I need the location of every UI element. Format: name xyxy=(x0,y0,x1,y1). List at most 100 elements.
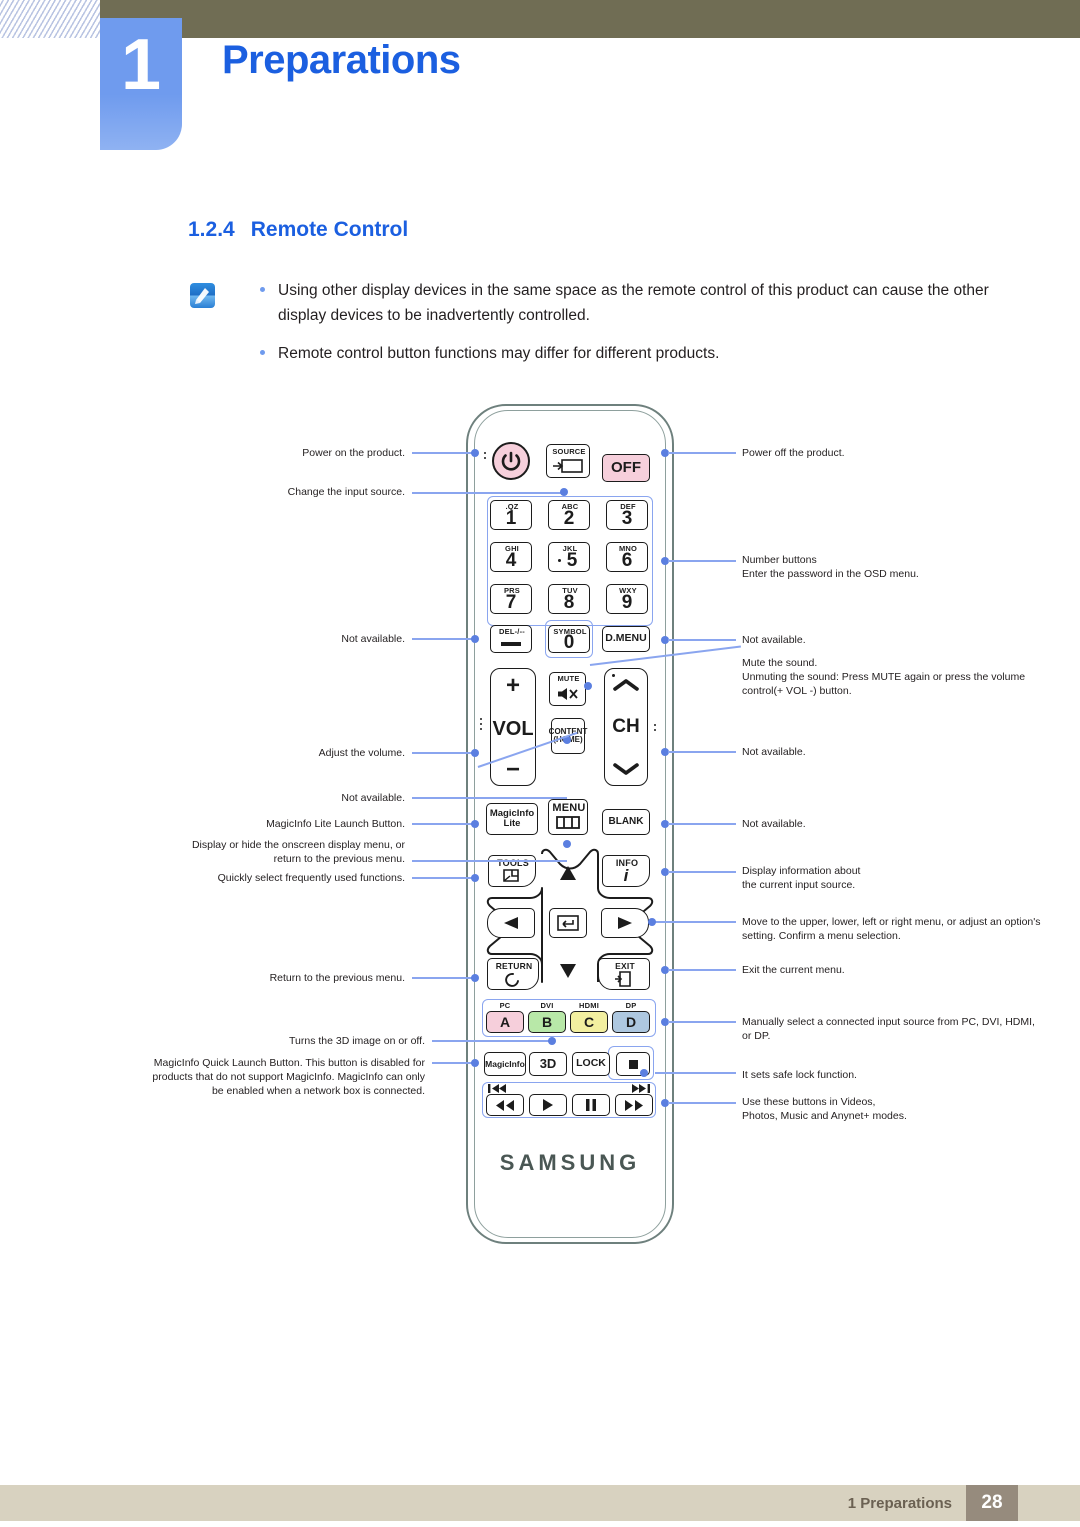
pause-button[interactable] xyxy=(572,1094,610,1116)
callout-dot xyxy=(471,749,479,757)
number-2-sublabel: ABC xyxy=(561,502,579,511)
exit-label: EXIT xyxy=(615,961,635,971)
return-button[interactable]: RETURN xyxy=(487,958,539,990)
callout-line xyxy=(412,452,474,455)
enter-button[interactable] xyxy=(549,908,587,938)
arrow-right-button[interactable] xyxy=(601,908,649,938)
color-c-button[interactable]: C xyxy=(570,1011,608,1033)
menu-button[interactable]: MENU xyxy=(548,799,588,835)
number-1-label: 1 xyxy=(505,508,517,530)
pause-icon xyxy=(586,1099,596,1111)
remote-control-diagram: SOURCE OFF .QZ 1 ABC 2 DEF 3 GHI 4 JKL 5… xyxy=(0,0,1080,1527)
callout-safe-lock: It sets safe lock function. xyxy=(742,1069,857,1081)
number-4-label: 4 xyxy=(505,550,517,572)
blank-button[interactable]: BLANK xyxy=(602,809,650,835)
lock-button[interactable]: LOCK xyxy=(572,1052,610,1076)
callout-dot xyxy=(640,1069,648,1077)
power-button[interactable] xyxy=(492,442,530,480)
arrow-right-icon xyxy=(618,917,632,929)
callout-line xyxy=(668,751,736,754)
callout-line xyxy=(412,797,567,800)
callout-number-buttons: Number buttons Enter the password in the… xyxy=(742,554,919,580)
number-9-button[interactable]: WXY 9 xyxy=(606,584,648,614)
callout-not-available-del: Not available. xyxy=(341,633,405,645)
number-7-label: 7 xyxy=(505,592,517,614)
del-button[interactable]: DEL-/-- xyxy=(490,625,532,653)
callout-line xyxy=(668,452,736,455)
callout-line xyxy=(412,638,474,641)
mute-button[interactable]: MUTE xyxy=(549,672,586,706)
color-a-sublabel: PC xyxy=(499,1001,511,1010)
callout-menu-display-hide: Display or hide the onscreen display men… xyxy=(191,839,405,865)
tactile-dot-icon xyxy=(558,559,561,562)
exit-door-icon xyxy=(615,971,631,987)
callout-line xyxy=(412,860,567,863)
volume-label: VOL xyxy=(492,717,534,740)
callout-line xyxy=(412,752,474,755)
channel-button[interactable]: CH xyxy=(604,668,648,786)
callout-dot xyxy=(471,974,479,982)
callout-navigation-move: Move to the upper, lower, left or right … xyxy=(742,916,1041,942)
dmenu-button[interactable]: D.MENU xyxy=(602,626,650,652)
callout-dot xyxy=(471,874,479,882)
stop-icon xyxy=(628,1059,638,1069)
callout-info-display: Display information about the current in… xyxy=(742,865,861,891)
number-7-sublabel: PRS xyxy=(503,586,521,595)
number-9-sublabel: WXY xyxy=(619,586,637,595)
number-1-button[interactable]: .QZ 1 xyxy=(490,500,532,530)
volume-up-icon[interactable]: + xyxy=(506,674,520,698)
exit-button[interactable]: EXIT xyxy=(598,958,650,990)
number-0-button[interactable]: SYMBOL 0 xyxy=(548,625,590,653)
arrow-down-button[interactable] xyxy=(556,955,580,987)
color-a-button[interactable]: A xyxy=(486,1011,524,1033)
mute-label: MUTE xyxy=(557,674,580,683)
arrow-up-button[interactable] xyxy=(556,858,580,888)
arrow-up-icon xyxy=(560,866,576,880)
volume-button[interactable]: + VOL − xyxy=(490,668,536,786)
arrow-left-button[interactable] xyxy=(487,908,535,938)
callout-change-input-source: Change the input source. xyxy=(287,486,405,498)
callout-dot xyxy=(648,918,656,926)
callout-dot xyxy=(560,488,568,496)
callout-magicinfo-lite-launch: MagicInfo Lite Launch Button. xyxy=(266,818,405,830)
play-button[interactable] xyxy=(529,1094,567,1116)
del-sublabel: DEL-/-- xyxy=(499,627,525,636)
callout-line xyxy=(655,921,736,924)
color-d-button[interactable]: D xyxy=(612,1011,650,1033)
menu-label: MENU xyxy=(552,802,586,814)
number-8-button[interactable]: TUV 8 xyxy=(548,584,590,614)
number-5-button[interactable]: JKL 5 xyxy=(548,542,590,572)
number-7-button[interactable]: PRS 7 xyxy=(490,584,532,614)
number-5-label: 5 xyxy=(566,550,578,572)
color-b-button[interactable]: B xyxy=(528,1011,566,1033)
callout-adjust-volume: Adjust the volume. xyxy=(318,747,405,759)
magicinfo-button[interactable]: MagicInfo xyxy=(484,1052,526,1076)
callout-dot xyxy=(563,840,571,848)
rewind-button[interactable] xyxy=(486,1094,524,1116)
color-b-sublabel: DVI xyxy=(540,1001,554,1010)
color-d-sublabel: DP xyxy=(625,1001,637,1010)
number-3-button[interactable]: DEF 3 xyxy=(606,500,648,530)
callout-dot xyxy=(471,1059,479,1067)
number-2-button[interactable]: ABC 2 xyxy=(548,500,590,530)
callout-line xyxy=(668,871,736,874)
callout-line xyxy=(655,1072,736,1075)
source-button[interactable]: SOURCE xyxy=(546,444,590,478)
three-d-button[interactable]: 3D xyxy=(529,1052,567,1076)
callout-power-on: Power on the product. xyxy=(302,447,405,459)
volume-down-icon[interactable]: − xyxy=(506,758,520,782)
callout-line xyxy=(668,639,736,642)
number-6-button[interactable]: MNO 6 xyxy=(606,542,648,572)
return-arrow-icon xyxy=(505,973,519,987)
channel-up-icon xyxy=(613,679,639,691)
fast-forward-button[interactable] xyxy=(615,1094,653,1116)
number-3-label: 3 xyxy=(621,508,633,530)
number-9-label: 9 xyxy=(621,592,633,614)
number-4-button[interactable]: GHI 4 xyxy=(490,542,532,572)
callout-line xyxy=(412,877,474,880)
callout-magicinfo-quick-launch: MagicInfo Quick Launch Button. This butt… xyxy=(152,1057,425,1097)
magicinfo-lite-label-2: Lite xyxy=(503,818,521,829)
magicinfo-lite-button[interactable]: MagicInfo Lite xyxy=(486,803,538,835)
off-button[interactable]: OFF xyxy=(602,454,650,482)
number-6-sublabel: MNO xyxy=(618,544,638,553)
